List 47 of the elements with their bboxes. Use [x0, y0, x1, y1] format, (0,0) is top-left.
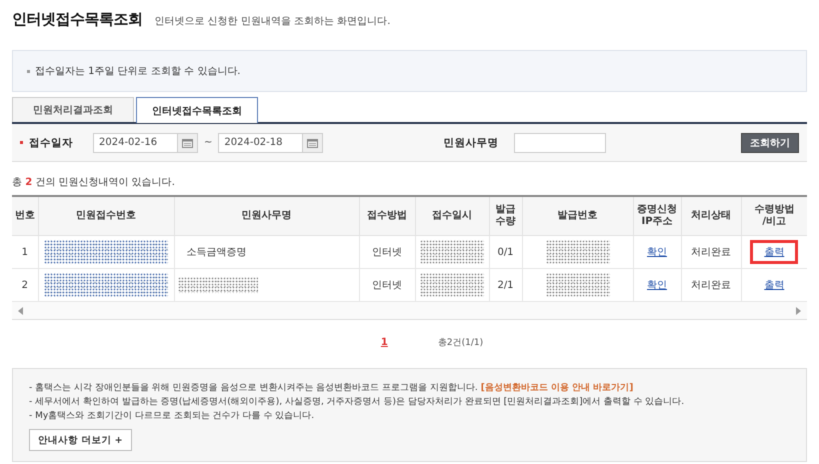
column-header: 접수일시 [415, 197, 489, 236]
column-header: 증명신청 IP주소 [633, 197, 681, 236]
notice-text: 접수일자는 1주일 단위로 조회할 수 있습니다. [35, 65, 240, 78]
scroll-right-icon[interactable] [796, 306, 801, 314]
page-link[interactable]: 1 [380, 336, 388, 348]
search-button[interactable]: 조회하기 [741, 132, 799, 152]
note-text: - 세무서에서 확인하여 발급하는 증명(납세증명서(해외이주용), 사실증명, 거주자증명서 등)은 담당자처리가 완료되면 [민원처리결과조회]에서 출력할 수 있습니다. [29, 397, 684, 407]
name-label: 민원사무명 [443, 136, 498, 150]
table-cell: 0/1 [489, 236, 522, 268]
page-title: 인터넷접수목록조회 [12, 10, 142, 29]
range-separator: ~ [204, 137, 212, 148]
calendar-button[interactable] [303, 132, 324, 152]
blurred-text [420, 273, 484, 297]
table-cell: 1 [12, 236, 38, 268]
tab[interactable]: 인터넷접수목록조회 [136, 97, 258, 123]
column-header: 발급 수량 [489, 197, 522, 236]
table-cell: 인터넷 [359, 236, 415, 268]
more-button[interactable]: 안내사항 더보기 + [29, 429, 132, 451]
column-header: 수령방법 /비고 [741, 197, 807, 236]
date-label: 접수일자 [29, 136, 73, 150]
note-text: - My홈택스와 조회기간이 다르므로 조회되는 건수가 다를 수 있습니다. [29, 411, 314, 421]
table-cell: 소득금액증명 [174, 236, 359, 268]
column-header: 처리상태 [681, 197, 741, 236]
column-header: 발급번호 [522, 197, 633, 236]
date-field[interactable]: 2024-02-18 [218, 132, 304, 152]
calendar-icon [182, 138, 193, 148]
blurred-text [420, 240, 484, 264]
blurred-text [546, 273, 610, 297]
blurred-text [546, 240, 610, 264]
column-header: 번호 [12, 197, 38, 236]
horizontal-scrollbar[interactable] [12, 302, 807, 320]
column-header: 민원접수번호 [38, 197, 174, 236]
calendar-button[interactable] [178, 132, 198, 152]
bullet-icon [27, 70, 30, 72]
date-field[interactable]: 2024-02-16 [93, 132, 178, 152]
total-count: 총2건(1/1) [438, 336, 484, 348]
table-cell: 처리완료 [681, 236, 741, 268]
tab[interactable]: 민원처리결과조회 [12, 97, 134, 122]
page-subtitle: 인터넷으로 신청한 민원내역을 조회하는 화면입니다. [154, 15, 390, 28]
scroll-left-icon[interactable] [18, 306, 23, 314]
result-summary: 총 2 건의 민원신청내역이 있습니다. [12, 176, 176, 189]
calendar-icon [307, 138, 318, 148]
column-header: 민원사무명 [174, 197, 359, 236]
name-field[interactable] [514, 132, 606, 152]
column-header: 접수방법 [359, 197, 415, 236]
note-text: - 홈택스는 시각 장애인분들을 위해 민원증명을 음성으로 변환시켜주는 음성변환바코드 프로그램을 지원합니다. [29, 383, 478, 393]
required-icon [20, 141, 23, 144]
